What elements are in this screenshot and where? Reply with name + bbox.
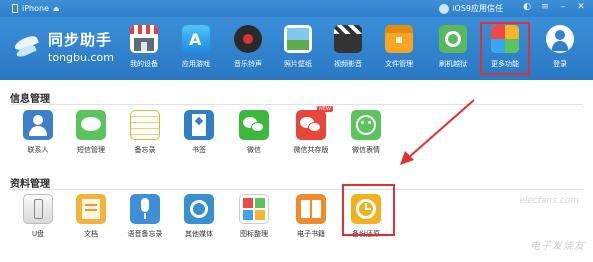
watermark-site: elecfans.com <box>519 196 579 206</box>
app-window: iPhone ⏏ iOS9应用信任 ◐ ≡ – ✕ 同步助手 tongbu.co… <box>0 0 593 262</box>
arrow-line <box>407 99 475 159</box>
arrow-head <box>400 151 414 165</box>
annotation-arrow <box>400 99 475 165</box>
watermark-text: 电子发烧友 <box>530 241 585 252</box>
